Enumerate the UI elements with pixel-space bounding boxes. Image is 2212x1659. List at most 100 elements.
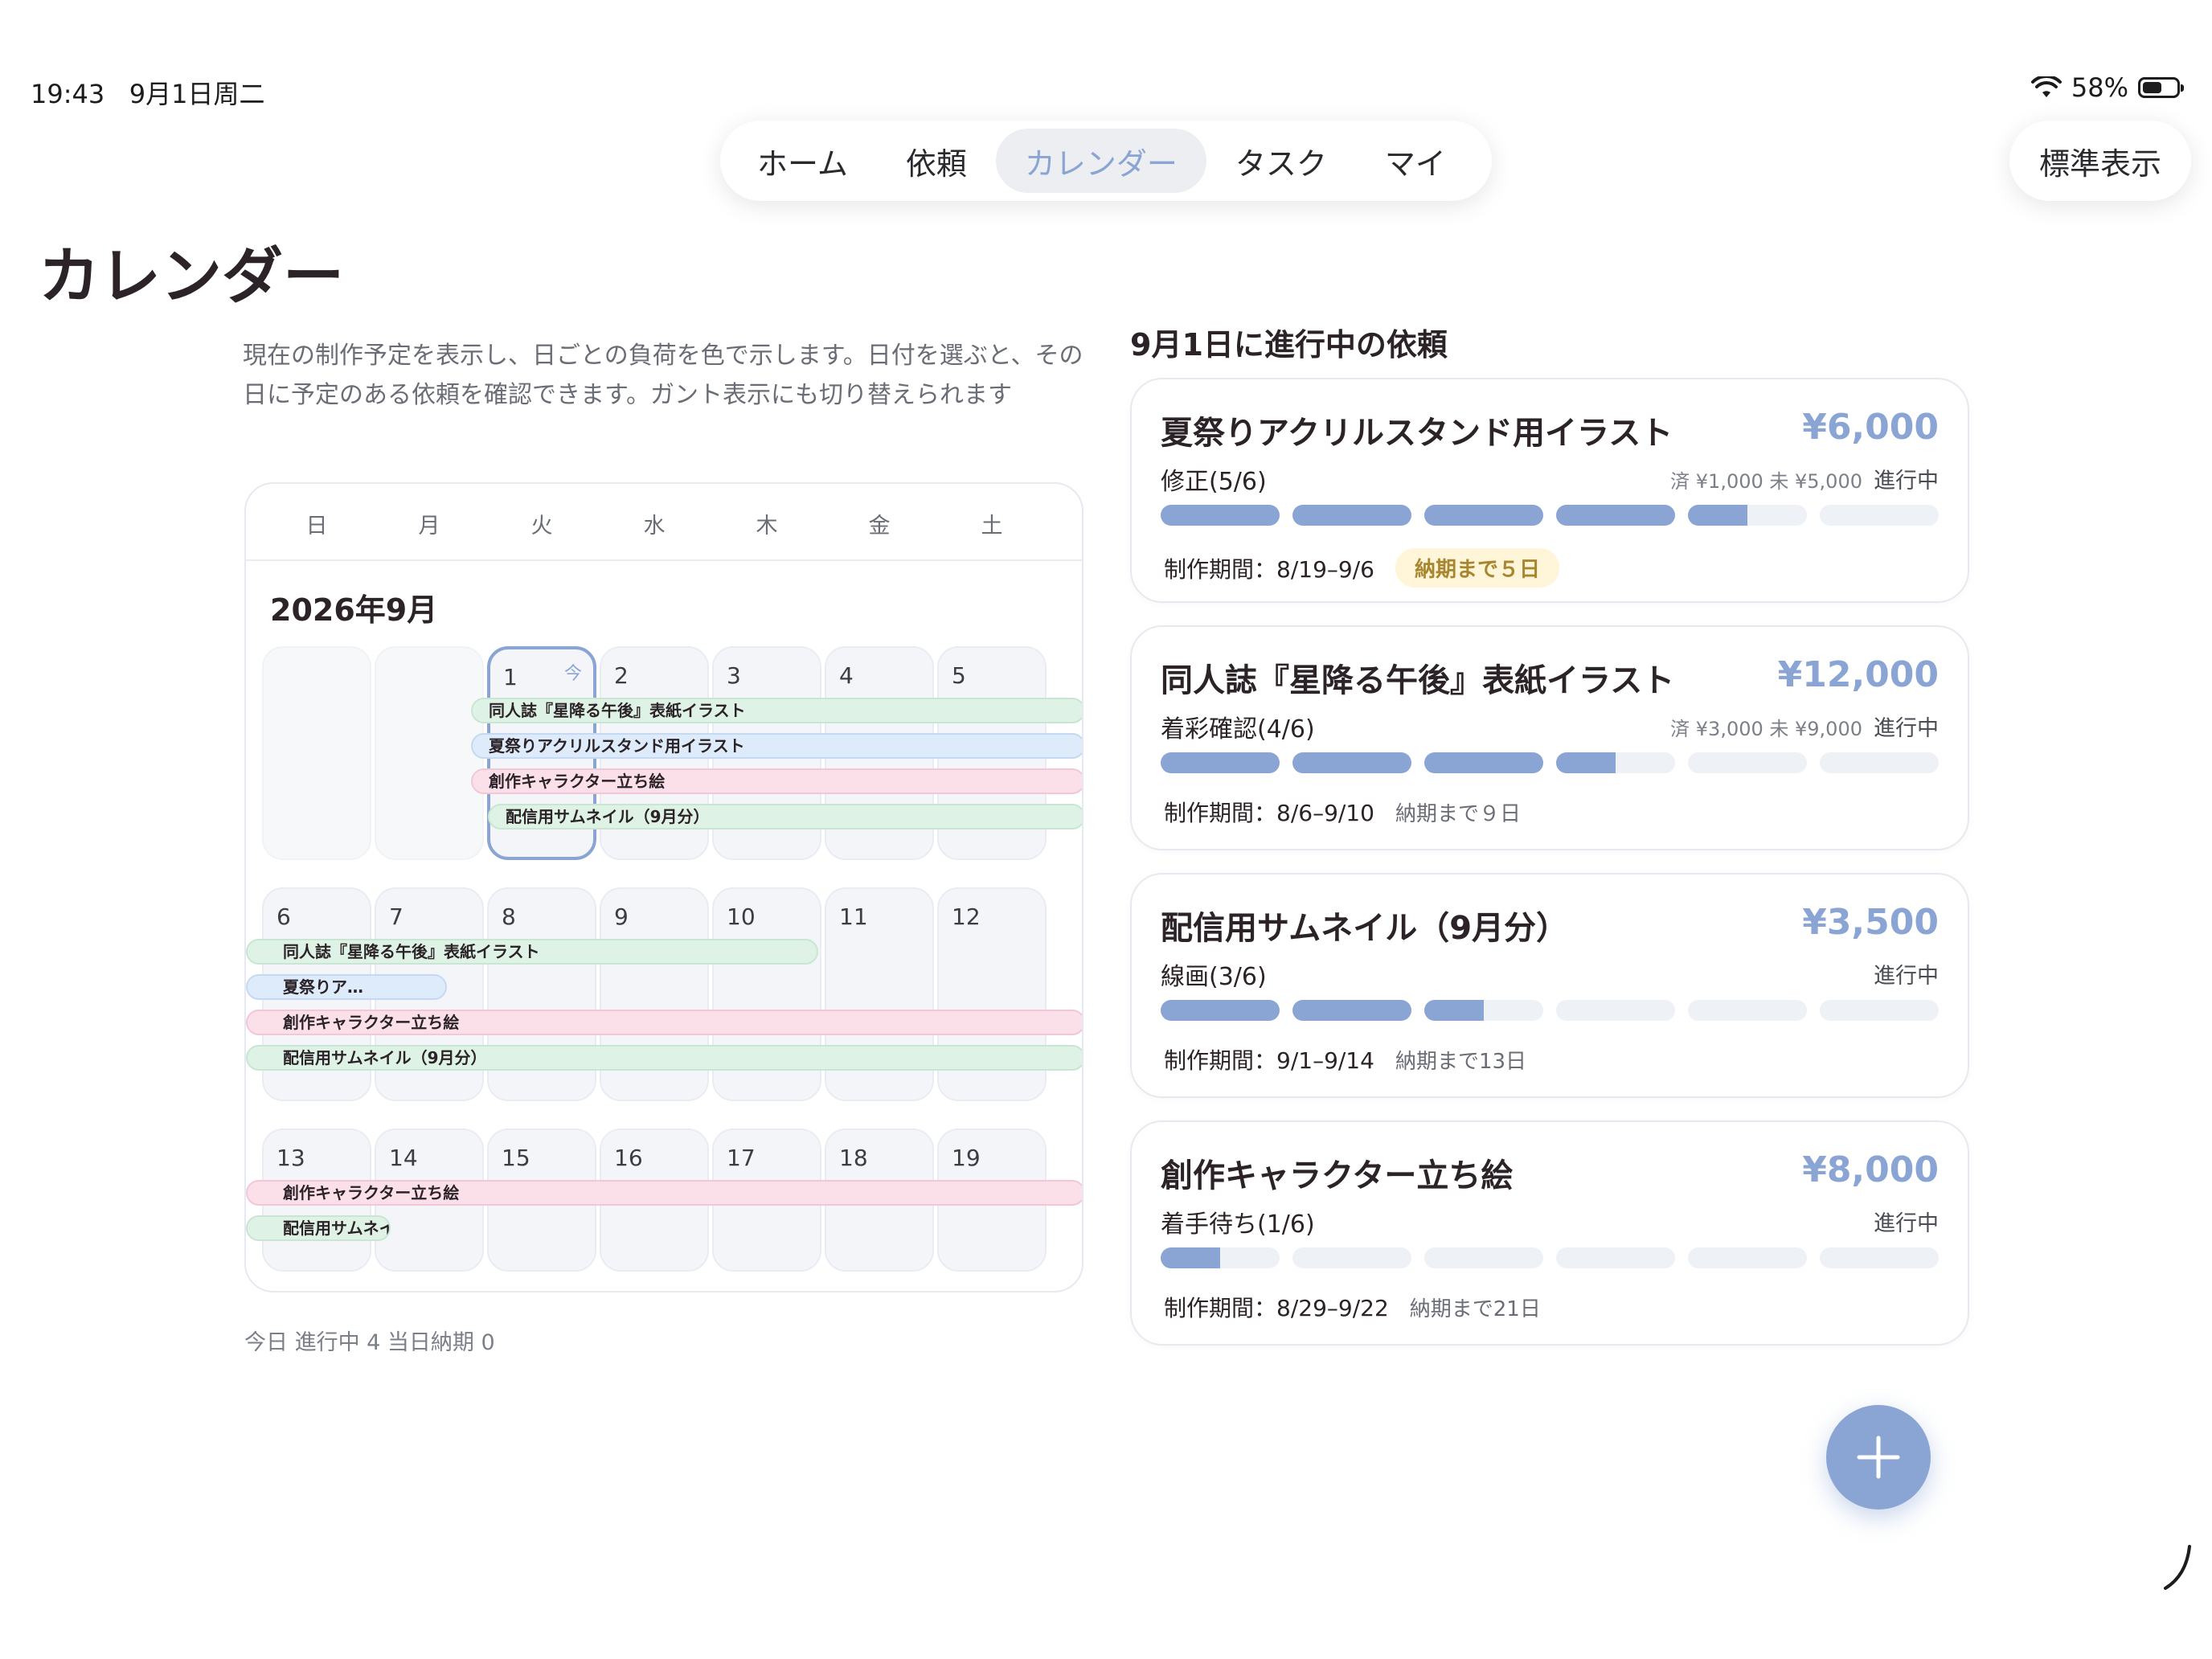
day-number: 17 xyxy=(727,1145,756,1171)
status-time: 19:43 9月1日周二 xyxy=(31,74,264,111)
request-title: 夏祭りアクリルスタンド用イラスト xyxy=(1161,415,1673,452)
progress-segment xyxy=(1688,752,1807,773)
request-period-row: 制作期間：8/29–9/22 納期まで21日 xyxy=(1164,1291,1541,1323)
progress-segment xyxy=(1820,505,1939,526)
page-description: 現在の制作予定を表示し、日ごとの負荷を色で示します。日付を選ぶと、その日に予定の… xyxy=(243,342,1083,409)
calendar-divider xyxy=(246,559,1082,561)
calendar-summary: 今日 進行中 4 当日納期 0 xyxy=(244,1330,495,1355)
schedule-bar[interactable]: 創作キャラクター立ち絵 xyxy=(471,768,1082,794)
weekday-label: 水 xyxy=(643,514,666,539)
production-period: 制作期間：9/1–9/14 xyxy=(1164,1047,1374,1074)
plus-icon xyxy=(1857,1436,1900,1479)
day-number: 2 xyxy=(614,662,629,689)
progress-bar xyxy=(1161,752,1939,773)
day-number: 8 xyxy=(502,903,516,930)
request-meta: 済 ¥3,000 未 ¥9,000 進行中 xyxy=(1670,711,1939,742)
progress-segment xyxy=(1161,752,1280,773)
weekday-label: 月 xyxy=(418,514,440,539)
progress-segment xyxy=(1424,1247,1543,1268)
status-clock: 19:43 xyxy=(31,79,105,109)
month-label: 2026年9月 xyxy=(270,592,438,628)
schedule-bar[interactable]: 同人誌『星降る午後』表紙イラスト xyxy=(246,939,818,965)
tab-4[interactable]: マイ xyxy=(1356,129,1475,193)
weekday-label: 土 xyxy=(981,514,1003,539)
calendar-empty-cell xyxy=(262,646,371,860)
progress-segment xyxy=(1292,1000,1411,1021)
day-number: 1 xyxy=(503,664,518,690)
progress-bar xyxy=(1161,505,1939,526)
progress-segment xyxy=(1688,1000,1807,1021)
request-price: ¥8,000 xyxy=(1802,1149,1939,1190)
day-number: 12 xyxy=(952,903,981,930)
request-price: ¥12,000 xyxy=(1777,654,1939,695)
today-marker: 今 xyxy=(563,664,582,684)
day-number: 4 xyxy=(839,662,854,689)
schedule-bar[interactable]: 創作キャラクター立ち絵 xyxy=(246,1180,1082,1206)
schedule-bar[interactable]: 同人誌『星降る午後』表紙イラスト xyxy=(471,698,1082,723)
tab-1[interactable]: 依頼 xyxy=(877,129,996,193)
payment-status: 済 ¥1,000 未 ¥5,000 xyxy=(1670,470,1862,493)
request-state: 進行中 xyxy=(1874,469,1939,494)
progress-segment xyxy=(1161,505,1280,526)
calendar-empty-cell xyxy=(375,646,484,860)
schedule-bar[interactable]: 夏祭りアクリルスタンド用イラスト xyxy=(471,733,1082,759)
production-period: 制作期間：8/19–9/6 xyxy=(1164,555,1374,583)
request-card[interactable]: 創作キャラクター立ち絵 ¥8,000 着手待ち(1/6) 進行中制作期間：8/29–9… xyxy=(1130,1120,1969,1346)
status-date: 9月1日周二 xyxy=(129,79,265,109)
tab-2[interactable]: カレンダー xyxy=(995,129,1206,193)
progress-segment xyxy=(1688,505,1807,526)
request-stage: 着彩確認(4/6) xyxy=(1161,715,1315,743)
request-stage: 線画(3/6) xyxy=(1161,963,1267,991)
payment-status: 済 ¥3,000 未 ¥9,000 xyxy=(1670,718,1862,740)
schedule-bar[interactable]: 配信用サムネイル（9月分） xyxy=(246,1215,391,1241)
month-calendar: 2026年9月 日月火水木金土 1 今 2 3 4 5 同人誌『星降る午後』表紙イラスト 夏祭り… xyxy=(244,482,1083,1292)
production-period: 制作期間：8/29–9/22 xyxy=(1164,1295,1389,1321)
request-title: 同人誌『星降る午後』表紙イラスト xyxy=(1161,662,1675,699)
progress-segment xyxy=(1820,1000,1939,1021)
day-number: 9 xyxy=(614,903,629,930)
deadline-badge: 納期まで５日 xyxy=(1395,548,1559,588)
weekday-label: 火 xyxy=(530,514,553,539)
schedule-bar[interactable]: 配信用サムネイル（9月分） xyxy=(488,804,1082,830)
page-title: カレンダー xyxy=(39,240,344,312)
request-period-row: 制作期間：8/6–9/10 納期まで９日 xyxy=(1164,796,1521,828)
request-state: 進行中 xyxy=(1874,1211,1939,1236)
day-number: 10 xyxy=(727,903,756,930)
scroll-handle-icon[interactable] xyxy=(2162,1543,2194,1591)
add-request-button[interactable] xyxy=(1826,1405,1931,1509)
day-number: 6 xyxy=(276,903,291,930)
day-number: 16 xyxy=(614,1145,643,1171)
request-card[interactable]: 配信用サムネイル（9月分） ¥3,500 線画(3/6) 進行中 制作期間：9/1–9/… xyxy=(1130,873,1969,1098)
request-title: 創作キャラクター立ち絵 xyxy=(1161,1157,1514,1194)
progress-segment xyxy=(1292,505,1411,526)
request-meta: 進行中 xyxy=(1874,958,1939,989)
production-period: 制作期間：8/6–9/10 xyxy=(1164,800,1374,826)
day-list-title: 9月1日に進行中の依頼 xyxy=(1130,327,1448,363)
request-card[interactable]: 夏祭りアクリルスタンド用イラスト ¥6,000 修正(5/6) 済 ¥1,000 未 … xyxy=(1130,378,1969,603)
progress-segment xyxy=(1292,1247,1411,1268)
request-card[interactable]: 同人誌『星降る午後』表紙イラスト ¥12,000 着彩確認(4/6) 済 ¥3,000… xyxy=(1130,625,1969,850)
schedule-bar[interactable]: 夏祭りア… xyxy=(246,974,447,1000)
tab-3[interactable]: タスク xyxy=(1206,129,1356,193)
progress-segment xyxy=(1820,1247,1939,1268)
top-tab-bar: ホーム 依頼 カレンダー タスク マイ xyxy=(720,121,1492,201)
weekday-label: 金 xyxy=(868,514,891,539)
view-mode-button[interactable]: 標準表示 xyxy=(2009,121,2191,201)
weekday-label: 木 xyxy=(756,514,778,539)
battery-percent: 58% xyxy=(2071,72,2128,103)
request-meta: 済 ¥1,000 未 ¥5,000 進行中 xyxy=(1670,463,1939,494)
progress-segment xyxy=(1556,1247,1675,1268)
progress-bar xyxy=(1161,1247,1939,1268)
progress-segment xyxy=(1161,1247,1280,1268)
tab-0[interactable]: ホーム xyxy=(728,129,877,193)
request-state: 進行中 xyxy=(1874,716,1939,741)
day-number: 15 xyxy=(502,1145,530,1171)
schedule-bar[interactable]: 創作キャラクター立ち絵 xyxy=(246,1010,1082,1035)
request-stage: 着手待ち(1/6) xyxy=(1161,1210,1315,1239)
weekday-label: 日 xyxy=(305,514,328,539)
request-price: ¥3,500 xyxy=(1802,902,1939,943)
progress-segment xyxy=(1556,505,1675,526)
request-state: 進行中 xyxy=(1874,964,1939,989)
progress-segment xyxy=(1424,1000,1543,1021)
schedule-bar[interactable]: 配信用サムネイル（9月分） xyxy=(246,1045,1082,1071)
